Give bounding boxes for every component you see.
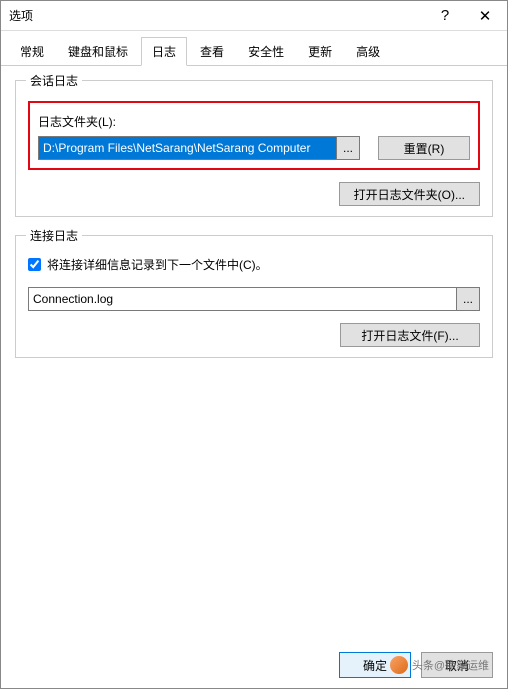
close-button[interactable]: ✕: [465, 2, 505, 30]
connection-log-checkbox-label: 将连接详细信息记录到下一个文件中(C)。: [47, 256, 268, 273]
connection-log-title: 连接日志: [26, 227, 82, 244]
tab-security[interactable]: 安全性: [237, 37, 295, 65]
log-folder-input[interactable]: D:\Program Files\NetSarang\NetSarang Com…: [39, 137, 336, 159]
connection-log-checkbox[interactable]: [28, 258, 41, 271]
connection-log-browse-button[interactable]: ...: [456, 288, 479, 310]
highlight-box: 日志文件夹(L): D:\Program Files\NetSarang\Net…: [28, 101, 480, 170]
session-log-title: 会话日志: [26, 72, 82, 89]
tab-bar: 常规 键盘和鼠标 日志 查看 安全性 更新 高级: [1, 31, 507, 66]
tab-advanced[interactable]: 高级: [345, 37, 391, 65]
open-log-file-button[interactable]: 打开日志文件(F)...: [340, 323, 480, 347]
window-title: 选项: [9, 7, 425, 24]
cancel-button[interactable]: 取消: [421, 652, 493, 678]
connection-log-checkbox-row: 将连接详细信息记录到下一个文件中(C)。: [28, 256, 480, 273]
tab-keyboard-mouse[interactable]: 键盘和鼠标: [57, 37, 139, 65]
ok-button[interactable]: 确定: [339, 652, 411, 678]
connection-log-file-input[interactable]: Connection.log: [29, 288, 456, 310]
log-folder-input-wrap: D:\Program Files\NetSarang\NetSarang Com…: [38, 136, 360, 160]
reset-button[interactable]: 重置(R): [378, 136, 470, 160]
tab-view[interactable]: 查看: [189, 37, 235, 65]
connection-log-group: 连接日志 将连接详细信息记录到下一个文件中(C)。 Connection.log…: [15, 235, 493, 358]
titlebar: 选项 ? ✕: [1, 1, 507, 31]
session-log-group: 会话日志 日志文件夹(L): D:\Program Files\NetSaran…: [15, 80, 493, 217]
log-folder-label: 日志文件夹(L):: [38, 113, 470, 130]
tab-content: 会话日志 日志文件夹(L): D:\Program Files\NetSaran…: [1, 66, 507, 390]
log-folder-browse-button[interactable]: ...: [336, 137, 359, 159]
tab-log[interactable]: 日志: [141, 37, 187, 66]
tab-general[interactable]: 常规: [9, 37, 55, 65]
help-button[interactable]: ?: [425, 2, 465, 30]
connection-log-file-wrap: Connection.log ...: [28, 287, 480, 311]
dialog-footer: 确定 取消: [339, 652, 493, 678]
open-log-folder-button[interactable]: 打开日志文件夹(O)...: [339, 182, 480, 206]
tab-update[interactable]: 更新: [297, 37, 343, 65]
